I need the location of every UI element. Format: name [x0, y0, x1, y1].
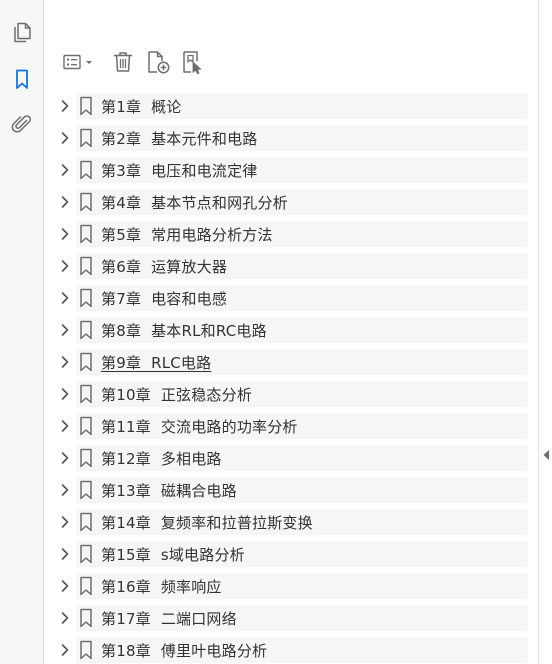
- chevron-right-icon[interactable]: [54, 314, 76, 346]
- bookmark-icon: [76, 186, 96, 218]
- chevron-right-icon[interactable]: [54, 346, 76, 378]
- page-thumbnails-button[interactable]: [6, 16, 38, 48]
- bookmark-icon: [76, 250, 96, 282]
- bookmark-row[interactable]: 第2章 基本元件和电路: [50, 122, 528, 154]
- bookmark-icon: [76, 602, 96, 634]
- chevron-right-icon[interactable]: [54, 218, 76, 250]
- bookmark-label: 第17章 二端口网络: [101, 609, 237, 628]
- bookmark-label: 第6章 运算放大器: [101, 257, 228, 276]
- trash-icon: [111, 50, 135, 74]
- bookmark-icon: [76, 538, 96, 570]
- bookmark-row[interactable]: 第8章 基本RL和RC电路: [50, 314, 528, 346]
- bookmark-label: 第4章 基本节点和网孔分析: [101, 193, 288, 212]
- bookmark-icon: [76, 122, 96, 154]
- bookmark-icon: [76, 634, 96, 664]
- bookmark-icon: [76, 442, 96, 474]
- bookmark-label: 第13章 磁耦合电路: [101, 481, 237, 500]
- bookmark-label: 第18章 傅里叶电路分析: [101, 641, 268, 660]
- bookmark-row[interactable]: 第17章 二端口网络: [50, 602, 528, 634]
- bookmark-icon: [76, 218, 96, 250]
- bookmark-label: 第7章 电容和电感: [101, 289, 228, 308]
- bookmark-icon: [76, 90, 96, 122]
- bookmark-label: 第8章 基本RL和RC电路: [101, 321, 267, 340]
- bookmark-icon: [76, 378, 96, 410]
- bookmark-row[interactable]: 第11章 交流电路的功率分析: [50, 410, 528, 442]
- find-current-bookmark-button[interactable]: [178, 47, 208, 77]
- list-options-icon: [59, 52, 97, 72]
- bookmarks-button[interactable]: [6, 63, 38, 95]
- bookmark-label: 第5章 常用电路分析方法: [101, 225, 273, 244]
- options-menu-button[interactable]: [56, 47, 100, 77]
- bookmark-label: 第10章 正弦稳态分析: [101, 385, 253, 404]
- chevron-right-icon[interactable]: [54, 186, 76, 218]
- chevron-right-icon[interactable]: [54, 154, 76, 186]
- bookmark-row[interactable]: 第10章 正弦稳态分析: [50, 378, 528, 410]
- bookmark-row[interactable]: 第5章 常用电路分析方法: [50, 218, 528, 250]
- bookmark-icon: [76, 506, 96, 538]
- bookmark-row[interactable]: 第7章 电容和电感: [50, 282, 528, 314]
- bookmark-row[interactable]: 第6章 运算放大器: [50, 250, 528, 282]
- bookmark-label: 第15章 s域电路分析: [101, 545, 245, 564]
- chevron-right-icon[interactable]: [54, 122, 76, 154]
- paperclip-icon: [11, 113, 33, 135]
- bookmark-icon: [76, 570, 96, 602]
- collapse-panel-button[interactable]: [542, 449, 550, 461]
- bookmark-row[interactable]: 第3章 电压和电流定律: [50, 154, 528, 186]
- chevron-right-icon[interactable]: [54, 474, 76, 506]
- bookmark-row[interactable]: 第16章 频率响应: [50, 570, 528, 602]
- bookmark-row[interactable]: 第15章 s域电路分析: [50, 538, 528, 570]
- chevron-right-icon[interactable]: [54, 538, 76, 570]
- bookmark-icon: [76, 474, 96, 506]
- bookmark-row[interactable]: 第18章 傅里叶电路分析: [50, 634, 528, 664]
- pages-icon: [11, 21, 33, 43]
- bookmark-label: 第1章 概论: [101, 97, 182, 116]
- attachments-button[interactable]: [6, 108, 38, 140]
- chevron-right-icon[interactable]: [54, 282, 76, 314]
- bookmark-row[interactable]: 第9章 RLC电路: [50, 346, 528, 378]
- bookmark-icon: [76, 410, 96, 442]
- panel-resize-strip[interactable]: [538, 0, 552, 664]
- add-bookmark-icon: [145, 49, 171, 75]
- bookmark-label: 第3章 电压和电流定律: [101, 161, 258, 180]
- bookmark-label: 第14章 复频率和拉普拉斯变换: [101, 513, 313, 532]
- bookmark-icon: [76, 282, 96, 314]
- delete-bookmark-button[interactable]: [108, 47, 138, 77]
- bookmark-row[interactable]: 第13章 磁耦合电路: [50, 474, 528, 506]
- bookmark-icon: [76, 346, 96, 378]
- bookmarks-toolbar: [56, 46, 208, 78]
- chevron-right-icon[interactable]: [54, 378, 76, 410]
- bookmark-tree: 第1章 概论第2章 基本元件和电路 第3章 电压和电流定律第4章 基本节点和网孔分…: [50, 90, 528, 664]
- bookmarks-panel: 第1章 概论第2章 基本元件和电路 第3章 电压和电流定律第4章 基本节点和网孔分…: [0, 0, 552, 664]
- caret-left-icon: [542, 446, 550, 465]
- chevron-right-icon[interactable]: [54, 442, 76, 474]
- chevron-right-icon[interactable]: [54, 410, 76, 442]
- chevron-right-icon[interactable]: [54, 90, 76, 122]
- bookmark-row[interactable]: 第1章 概论: [50, 90, 528, 122]
- new-bookmark-button[interactable]: [142, 47, 174, 77]
- bookmark-icon: [11, 68, 33, 90]
- find-bookmark-icon: [180, 49, 206, 75]
- bookmark-label: 第9章 RLC电路: [101, 353, 212, 372]
- bookmark-label: 第11章 交流电路的功率分析: [101, 417, 298, 436]
- bookmark-row[interactable]: 第12章 多相电路: [50, 442, 528, 474]
- bookmark-icon: [76, 154, 96, 186]
- bookmark-label: 第16章 频率响应: [101, 577, 222, 596]
- chevron-right-icon[interactable]: [54, 250, 76, 282]
- bookmark-label: 第2章 基本元件和电路: [101, 129, 258, 148]
- chevron-right-icon[interactable]: [54, 570, 76, 602]
- bookmark-label: 第12章 多相电路: [101, 449, 222, 468]
- chevron-right-icon[interactable]: [54, 634, 76, 664]
- bookmark-row[interactable]: 第14章 复频率和拉普拉斯变换: [50, 506, 528, 538]
- navigation-rail: [0, 0, 44, 664]
- chevron-right-icon[interactable]: [54, 602, 76, 634]
- bookmark-icon: [76, 314, 96, 346]
- bookmark-row[interactable]: 第4章 基本节点和网孔分析: [50, 186, 528, 218]
- chevron-right-icon[interactable]: [54, 506, 76, 538]
